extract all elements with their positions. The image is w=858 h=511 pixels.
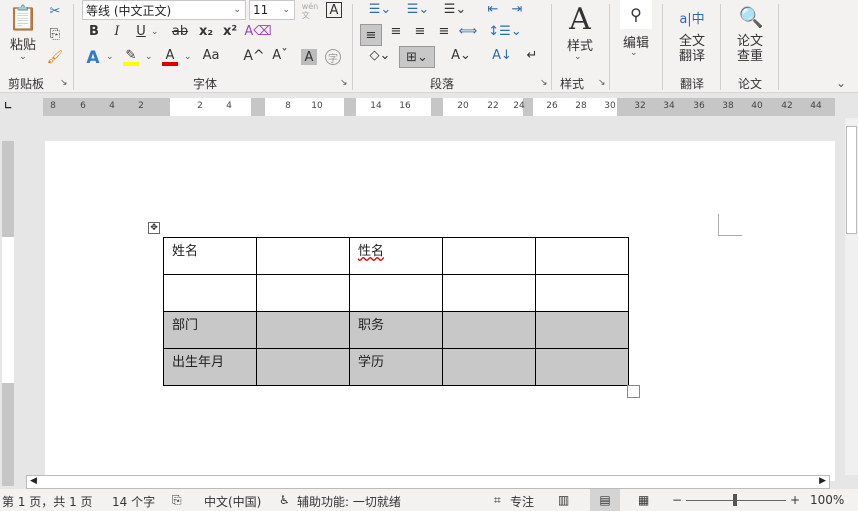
paper-group-label: 论文: [738, 77, 763, 91]
language-indicator[interactable]: 中文(中国): [204, 493, 261, 510]
styles-icon[interactable]: A: [560, 2, 600, 37]
clipboard-group-label: 剪贴板: [8, 77, 45, 91]
vertical-ruler[interactable]: [2, 141, 14, 486]
distributed-button[interactable]: ⟺: [458, 24, 478, 39]
font-size-select[interactable]: 11 ⌄: [249, 0, 295, 20]
tab-selector-icon[interactable]: ∟: [4, 101, 12, 112]
zoom-slider-thumb[interactable]: [733, 494, 737, 506]
decrease-indent-icon[interactable]: ⇤: [484, 2, 502, 17]
styles-dropdown[interactable]: ⌄: [574, 52, 582, 62]
borders-icon[interactable]: ⊞⌄: [399, 46, 435, 68]
multilevel-list-icon[interactable]: ☰⌄: [438, 2, 472, 17]
zoom-level[interactable]: 100%: [810, 493, 844, 507]
full-translate-button[interactable]: 全文 翻译: [670, 34, 714, 64]
editing-dropdown[interactable]: ⌄: [630, 48, 638, 58]
table-row: 部门 职务: [163, 311, 629, 349]
vertical-scroll-thumb[interactable]: [846, 126, 857, 234]
clear-formatting-icon[interactable]: A⌫: [244, 24, 271, 39]
focus-button[interactable]: 专注: [510, 493, 534, 510]
table-move-handle-icon[interactable]: ✥: [148, 222, 160, 234]
line-spacing-icon[interactable]: ↕☰⌄: [488, 24, 522, 39]
italic-button[interactable]: I: [110, 24, 124, 39]
enclose-char-button[interactable]: 字: [325, 49, 341, 65]
strikethrough-button[interactable]: ab: [170, 24, 190, 39]
phonetic-guide-button[interactable]: wén 文: [300, 2, 320, 20]
translate-group-label: 翻译: [680, 77, 705, 91]
align-right-button[interactable]: ≡: [410, 24, 430, 39]
font-name-select[interactable]: 等线 (中文正文) ⌄: [82, 0, 246, 20]
horizontal-ruler[interactable]: 8 6 4 2 2 4 8 10 14 16 20 22 24 26 28 30…: [43, 98, 835, 116]
web-layout-icon[interactable]: ▦: [638, 493, 649, 507]
align-center-button[interactable]: ≡: [386, 24, 406, 39]
superscript-button[interactable]: x²: [222, 24, 238, 39]
justify-button[interactable]: ≡: [434, 24, 454, 39]
sort-icon[interactable]: A↓: [492, 48, 512, 63]
scroll-right-icon[interactable]: ▶: [819, 476, 826, 486]
font-color-dropdown[interactable]: ⌄: [184, 52, 192, 62]
asian-layout-icon[interactable]: A⌄: [446, 48, 476, 63]
table-row: 出生年月 学历: [163, 348, 629, 386]
status-bar: 第 1 页，共 1 页 14 个字 ⎘ 中文(中国) ♿ 辅助功能: 一切就绪 …: [0, 489, 858, 511]
text-effect-button[interactable]: A: [84, 48, 102, 68]
zoom-out-button[interactable]: −: [672, 493, 682, 507]
styles-group-label: 样式: [560, 77, 585, 91]
underline-button[interactable]: U: [134, 24, 148, 39]
paragraph-launcher-icon[interactable]: ↘: [540, 78, 548, 88]
char-shading-button[interactable]: A: [301, 49, 317, 65]
subscript-button[interactable]: x₂: [198, 24, 214, 39]
word-count[interactable]: 14 个字: [112, 493, 155, 510]
format-painter-icon[interactable]: 🖌: [46, 48, 64, 66]
highlight-icon[interactable]: ✎: [123, 48, 139, 66]
paper-check-button[interactable]: 论文 查重: [728, 34, 772, 64]
font-launcher-icon[interactable]: ↘: [340, 78, 348, 88]
paragraph-group-label: 段落: [430, 77, 455, 91]
styles-launcher-icon[interactable]: ↘: [598, 78, 606, 88]
shading-icon[interactable]: ◇⌄: [362, 48, 398, 63]
table-row: [163, 274, 629, 312]
paste-icon[interactable]: 📋: [6, 2, 40, 34]
show-marks-icon[interactable]: ↵: [522, 48, 542, 63]
numbering-icon[interactable]: ☰⌄: [400, 2, 436, 17]
accessibility-status[interactable]: 辅助功能: 一切就绪: [297, 493, 401, 510]
font-color-button[interactable]: A: [162, 48, 178, 66]
highlight-dropdown[interactable]: ⌄: [145, 52, 153, 62]
zoom-in-button[interactable]: +: [790, 493, 800, 507]
vertical-scrollbar[interactable]: [845, 118, 858, 475]
paper-check-icon[interactable]: 🔍: [736, 2, 766, 32]
clipboard-launcher-icon[interactable]: ↘: [60, 78, 68, 88]
copy-icon[interactable]: ⎘: [46, 25, 64, 43]
scroll-left-icon[interactable]: ◀: [30, 476, 37, 486]
focus-icon: ⌗: [494, 493, 501, 507]
translate-icon[interactable]: a|中: [676, 4, 708, 30]
underline-dropdown[interactable]: ⌄: [151, 27, 159, 37]
collapse-ribbon-icon[interactable]: ⌄: [836, 76, 846, 90]
bold-button[interactable]: B: [86, 24, 102, 39]
read-mode-icon[interactable]: ▥: [558, 493, 569, 507]
margin-mark: [718, 214, 742, 236]
table-resize-handle[interactable]: [627, 385, 640, 398]
text-effect-dropdown[interactable]: ⌄: [106, 52, 114, 62]
ribbon: 📋 粘贴 ⌄ ✂ ⎘ 🖌 剪贴板 ↘ 等线 (中文正文) ⌄ 11 ⌄ wén 文 …: [0, 0, 858, 93]
shrink-font-button[interactable]: Aˇ: [272, 48, 288, 63]
proofing-icon[interactable]: ⎘: [172, 493, 182, 508]
page-count[interactable]: 第 1 页，共 1 页: [2, 493, 93, 510]
paste-button[interactable]: 粘贴: [4, 34, 42, 53]
cut-icon[interactable]: ✂: [46, 2, 64, 20]
print-layout-icon[interactable]: ▤: [590, 489, 620, 511]
char-border-button[interactable]: A: [326, 2, 342, 18]
bullets-icon[interactable]: ☰⌄: [362, 2, 398, 17]
align-left-button[interactable]: ≡: [360, 24, 382, 46]
table-row: 姓名 性名: [163, 237, 629, 275]
accessibility-icon: ♿: [279, 493, 290, 507]
horizontal-scrollbar[interactable]: ◀ ▶: [26, 475, 830, 489]
font-group-label: 字体: [193, 77, 218, 91]
search-icon[interactable]: ⚲: [620, 0, 652, 29]
increase-indent-icon[interactable]: ⇥: [508, 2, 526, 17]
paste-dropdown[interactable]: ⌄: [16, 52, 30, 62]
grow-font-button[interactable]: A^: [243, 48, 264, 64]
change-case-button[interactable]: Aa: [200, 48, 222, 63]
document-table[interactable]: 姓名 性名 部门 职务 出生年月 学历: [163, 237, 629, 386]
